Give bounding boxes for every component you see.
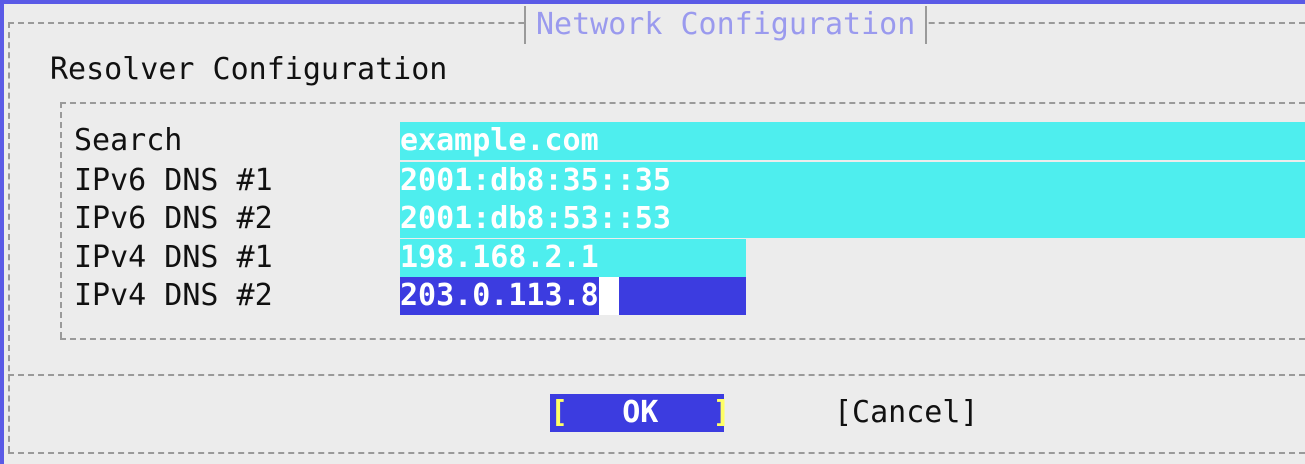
dialog-title: Network Configuration (524, 6, 928, 44)
ipv6-dns-1-field[interactable]: 2001:db8:35::35 (400, 162, 1305, 200)
section-title: Resolver Configuration (50, 52, 448, 87)
button-separator (8, 374, 1305, 376)
form-box-left-border (60, 102, 62, 338)
network-configuration-dialog: Network Configuration Resolver Configura… (4, 4, 1305, 464)
text-cursor (598, 277, 619, 315)
form-box-top-border (60, 102, 1305, 104)
ipv6-dns-2-label: IPv6 DNS #2 (74, 201, 273, 236)
search-field[interactable]: example.com (400, 122, 1305, 160)
dialog-bottom-border (8, 452, 1305, 454)
ok-button-label: OK (622, 395, 659, 430)
form-box-bottom-border (60, 338, 1305, 340)
ipv4-dns-2-value: 203.0.113.8 (400, 278, 599, 313)
ipv6-dns-1-label: IPv6 DNS #1 (74, 163, 273, 198)
ok-bracket-right: ] (712, 395, 731, 430)
search-label: Search (74, 123, 183, 158)
ipv6-dns-2-field[interactable]: 2001:db8:53::53 (400, 200, 1305, 238)
ipv4-dns-1-label: IPv4 DNS #1 (74, 240, 273, 275)
cancel-button[interactable]: [Cancel] (834, 394, 979, 432)
dialog-left-border (8, 22, 10, 452)
ipv4-dns-2-label: IPv4 DNS #2 (74, 278, 273, 313)
ipv4-dns-1-field[interactable]: 198.168.2.1 (400, 239, 746, 277)
ok-bracket-left: [ (550, 395, 569, 430)
ipv4-dns-2-field[interactable]: 203.0.113.8 (400, 277, 746, 315)
ok-button[interactable]: [ OK ] (550, 394, 731, 432)
